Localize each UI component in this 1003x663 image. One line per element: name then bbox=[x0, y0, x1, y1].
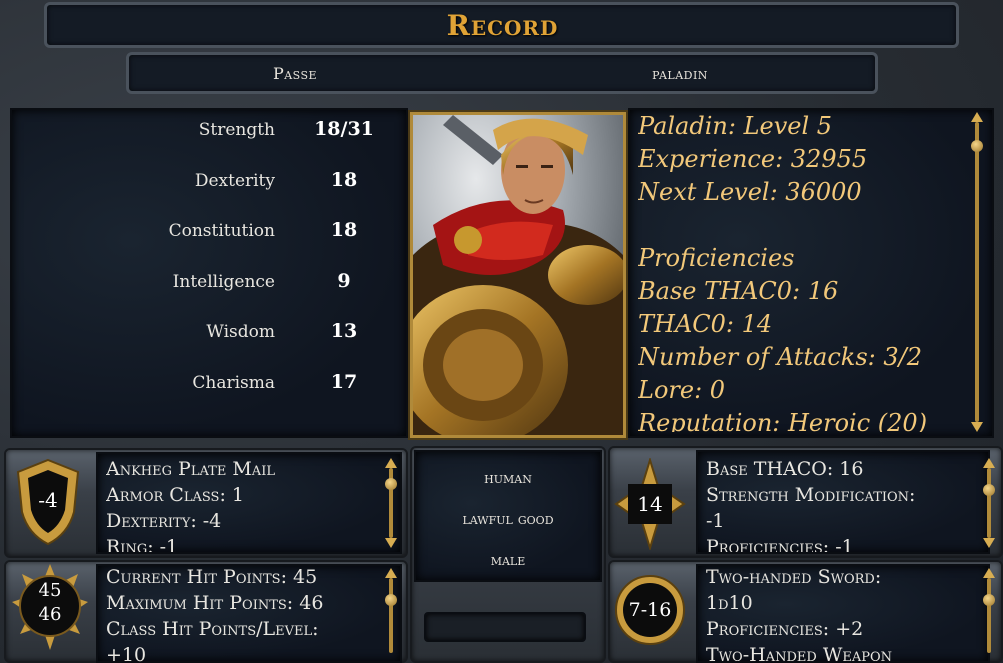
stat-label-wisdom[interactable]: Wisdom bbox=[155, 322, 275, 342]
stat-value-dexterity: 18 bbox=[330, 168, 358, 191]
character-name[interactable]: Passe bbox=[200, 52, 390, 94]
thac0-scrollbar[interactable] bbox=[982, 458, 996, 548]
info-line: Number of Attacks: 3/2 bbox=[638, 343, 922, 371]
alignment-label: lawful good bbox=[462, 509, 554, 528]
damage-line: Two-Handed Weapon bbox=[706, 644, 893, 663]
damage-badge: 7-16 bbox=[614, 574, 686, 646]
damage-line: Proficiencies: +2 bbox=[706, 618, 864, 640]
armor-details-text: Ankheg Plate Mail Armor Class: 1 Dexterity… bbox=[106, 456, 376, 552]
damage-value: 7-16 bbox=[628, 599, 672, 621]
damage-line: 1d10 bbox=[706, 592, 753, 614]
thac0-badge: 14 bbox=[612, 456, 688, 552]
thac0-line: Strength Modification: bbox=[706, 484, 916, 506]
page-title: Record bbox=[446, 8, 559, 42]
character-portrait[interactable] bbox=[410, 112, 626, 438]
stat-value-strength: 18/31 bbox=[314, 118, 374, 140]
stat-label-intelligence[interactable]: Intelligence bbox=[155, 272, 275, 292]
info-line: Proficiencies bbox=[638, 244, 795, 272]
stat-value-wisdom: 13 bbox=[330, 320, 358, 342]
damage-details-text: Two-handed Sword: 1d10 Proficiencies: +2 Tw… bbox=[706, 564, 966, 663]
info-line: Lore: 0 bbox=[638, 376, 726, 404]
armor-line: Dexterity: -4 bbox=[106, 510, 222, 532]
thac0-value: 14 bbox=[637, 492, 663, 516]
stat-label-charisma[interactable]: Charisma bbox=[155, 373, 275, 393]
hp-max-value: 46 bbox=[38, 603, 62, 625]
stat-value-charisma: 17 bbox=[330, 370, 358, 393]
info-line: THAC0: 14 bbox=[638, 310, 773, 338]
hp-line: Class Hit Points/Level: bbox=[106, 618, 319, 640]
armor-line: Ankheg Plate Mail bbox=[106, 458, 275, 480]
gender-label: male bbox=[490, 550, 526, 569]
stat-value-constitution: 18 bbox=[330, 219, 358, 241]
hp-badge: 45 46 bbox=[10, 562, 90, 662]
character-info-text: Paladin: Level 5 Experience: 32955 Next Le… bbox=[638, 110, 968, 432]
armor-scrollbar[interactable] bbox=[384, 458, 398, 548]
stat-value-intelligence: 9 bbox=[337, 269, 351, 292]
info-scrollbar[interactable] bbox=[970, 112, 984, 432]
armor-class-value: -4 bbox=[38, 488, 58, 512]
hp-line: +10 bbox=[106, 644, 147, 663]
stat-label-constitution[interactable]: Constitution bbox=[155, 221, 275, 241]
hp-scrollbar[interactable] bbox=[384, 568, 398, 663]
armor-line: Ring: -1 bbox=[106, 536, 179, 552]
damage-scrollbar[interactable] bbox=[982, 568, 996, 663]
info-line: Paladin: Level 5 bbox=[638, 112, 833, 140]
armor-class-badge: -4 bbox=[14, 458, 82, 546]
thac0-line: -1 bbox=[706, 510, 725, 532]
info-line: Reputation: Heroic (20) bbox=[638, 409, 928, 432]
hp-line: Maximum Hit Points: 46 bbox=[106, 592, 324, 614]
stat-label-dexterity[interactable]: Dexterity bbox=[155, 171, 275, 191]
stat-label-strength[interactable]: Strength bbox=[155, 120, 275, 140]
info-line: Experience: 32955 bbox=[638, 145, 868, 173]
info-line: Next Level: 36000 bbox=[638, 178, 862, 206]
thac0-details-text: Base THACO: 16 Strength Modification: -1 Pr… bbox=[706, 456, 966, 552]
info-line: Base THAC0: 16 bbox=[638, 277, 839, 305]
hp-line: Current Hit Points: 45 bbox=[106, 566, 318, 588]
hp-details-text: Current Hit Points: 45 Maximum Hit Points… bbox=[106, 564, 376, 663]
identity-bottom-slot bbox=[424, 612, 586, 642]
character-class: paladin bbox=[652, 63, 708, 83]
portrait-art bbox=[413, 115, 623, 435]
hp-current-value: 45 bbox=[38, 579, 62, 601]
race-label: human bbox=[484, 468, 532, 487]
armor-line: Armor Class: 1 bbox=[106, 484, 244, 506]
thac0-line: Proficiencies: -1 bbox=[706, 536, 854, 552]
info-line bbox=[638, 209, 968, 242]
damage-line: Two-handed Sword: bbox=[706, 566, 882, 588]
thac0-line: Base THACO: 16 bbox=[706, 458, 864, 480]
